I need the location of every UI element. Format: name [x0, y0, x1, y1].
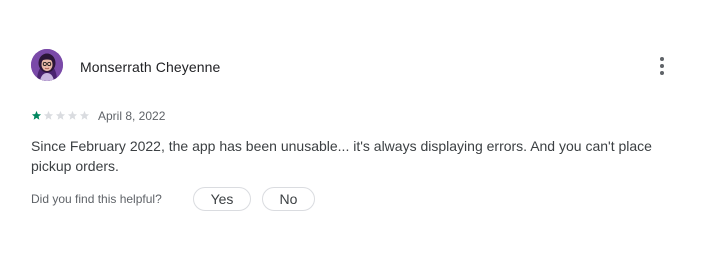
helpful-no-button[interactable]: No — [262, 187, 315, 211]
reviewer-name: Monserrath Cheyenne — [80, 59, 221, 75]
star-icon — [79, 110, 90, 120]
star-icon — [55, 110, 66, 120]
star-rating — [31, 108, 90, 122]
more-vert-icon[interactable] — [650, 52, 674, 80]
star-icon — [43, 110, 54, 120]
review-text: Since February 2022, the app has been un… — [31, 138, 652, 174]
helpful-question: Did you find this helpful? — [31, 192, 162, 206]
star-icon — [31, 110, 42, 120]
avatar — [31, 49, 63, 81]
review-date: April 8, 2022 — [98, 109, 166, 123]
review-card: Monserrath Cheyenne April 8, 2022 Since … — [0, 0, 710, 254]
helpful-yes-button[interactable]: Yes — [193, 187, 251, 211]
star-icon — [67, 110, 78, 120]
